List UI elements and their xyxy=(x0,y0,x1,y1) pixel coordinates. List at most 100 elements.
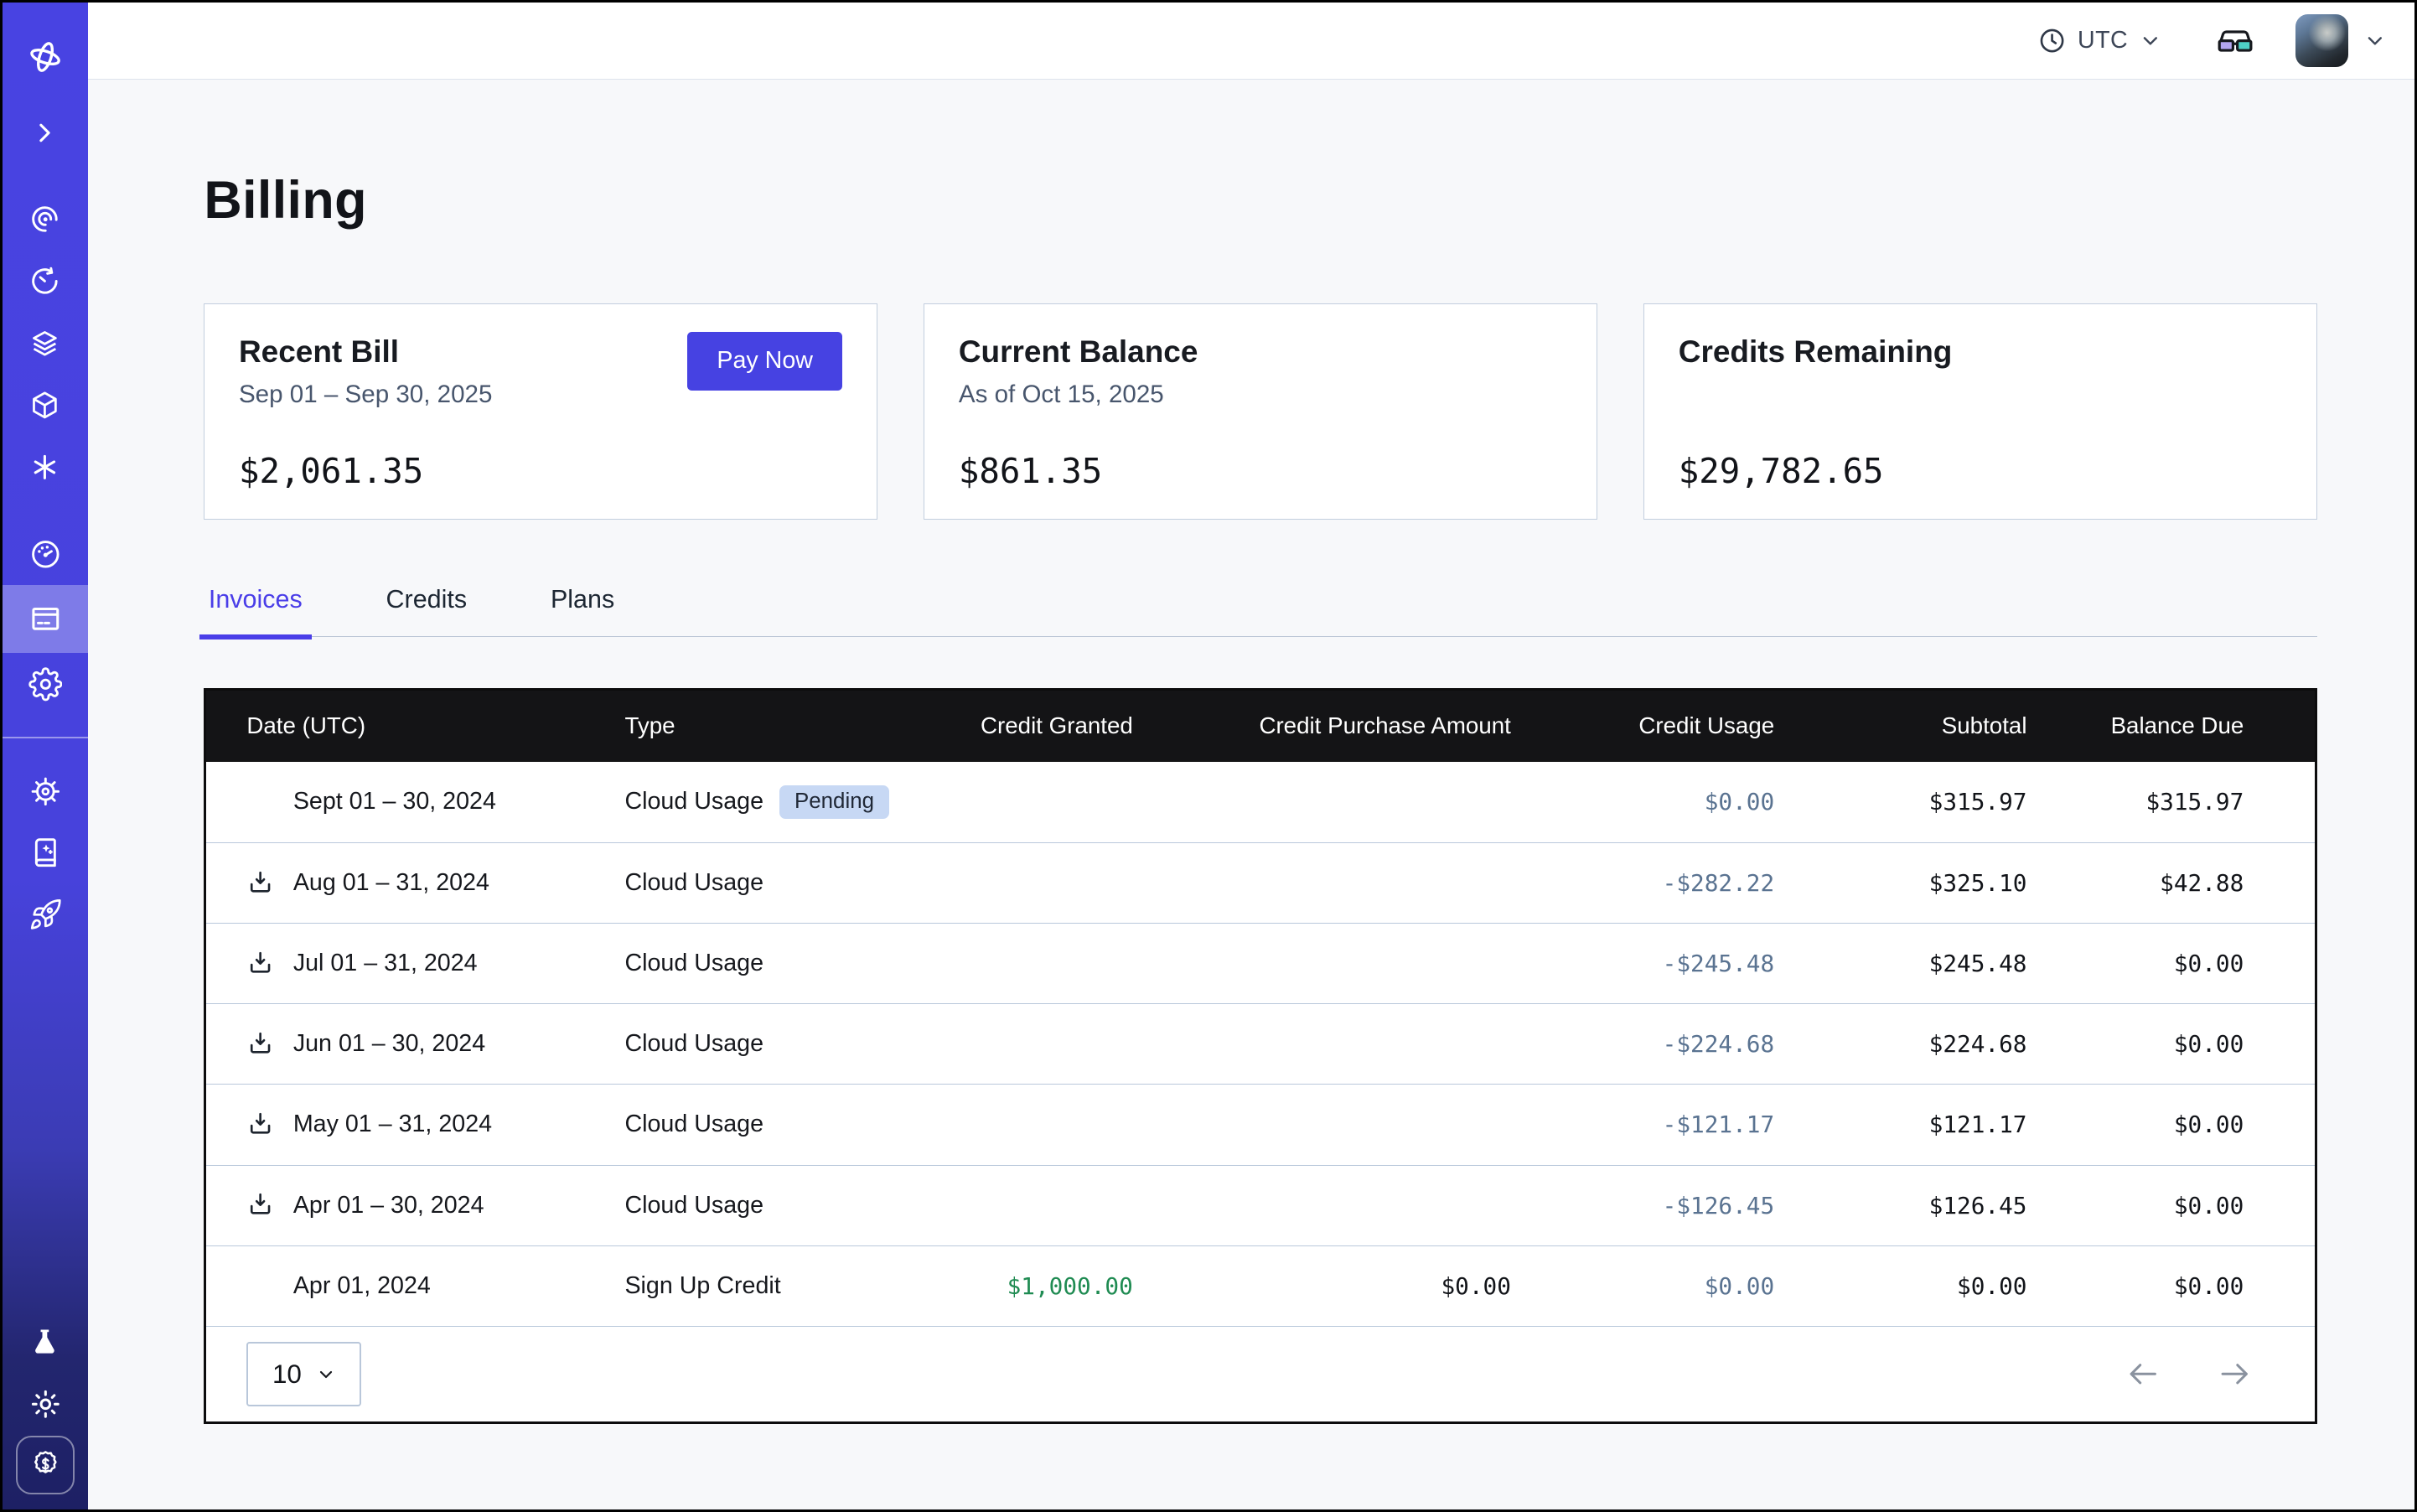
billing-tabs: Invoices Credits Plans xyxy=(204,585,2316,637)
invoice-date: Apr 01, 2024 xyxy=(293,1272,431,1300)
sidebar-item-schedules[interactable] xyxy=(3,251,88,313)
sidebar xyxy=(3,3,88,1509)
invoice-row: Aug 01 – 31, 2024 Cloud Usage -$282.22 $… xyxy=(206,842,2314,923)
download-icon xyxy=(246,869,274,897)
chevron-down-icon xyxy=(2139,29,2162,53)
invoice-date: Aug 01 – 31, 2024 xyxy=(293,869,489,897)
subtotal-value: $126.45 xyxy=(1774,1192,2026,1219)
recent-bill-card: Recent Bill Sep 01 – Sep 30, 2025 Pay No… xyxy=(204,303,877,520)
credits-remaining-amount: $29,782.65 xyxy=(1679,451,2282,491)
recent-bill-period: Sep 01 – Sep 30, 2025 xyxy=(239,381,492,409)
current-balance-asof: As of Oct 15, 2025 xyxy=(959,381,1198,409)
credits-remaining-card: Credits Remaining $29,782.65 xyxy=(1643,303,2316,520)
sidebar-item-deployments[interactable] xyxy=(3,375,88,437)
previous-page-button[interactable] xyxy=(2125,1356,2161,1392)
download-icon xyxy=(246,1191,274,1219)
sidebar-expand-button[interactable] xyxy=(3,101,88,163)
table-pagination: 10 xyxy=(206,1326,2314,1422)
sidebar-item-support[interactable] xyxy=(3,760,88,822)
invoice-row: Sept 01 – 30, 2024 Cloud Usage Pending $… xyxy=(206,762,2314,842)
tab-credits[interactable]: Credits xyxy=(381,585,472,636)
main-content: Billing Recent Bill Sep 01 – Sep 30, 202… xyxy=(88,80,2414,1509)
balance-due-value: $0.00 xyxy=(2026,950,2244,977)
sidebar-item-usage[interactable] xyxy=(3,523,88,585)
invoice-row: Jun 01 – 30, 2024 Cloud Usage -$224.68 $… xyxy=(206,1003,2314,1084)
download-invoice-button[interactable] xyxy=(246,1191,274,1219)
top-header: UTC xyxy=(88,3,2414,80)
pay-now-button[interactable]: Pay Now xyxy=(687,332,842,391)
temporal-logo-icon[interactable] xyxy=(3,12,88,101)
theme-sun-icon xyxy=(28,1387,63,1421)
invoices-table: Date (UTC) Type Credit Granted Credit Pu… xyxy=(204,688,2316,1425)
sidebar-item-getting-started[interactable] xyxy=(3,884,88,946)
col-credit-usage: Credit Usage xyxy=(1511,712,1774,739)
status-badge: Pending xyxy=(779,785,890,820)
invoice-row: May 01 – 31, 2024 Cloud Usage -$121.17 $… xyxy=(206,1084,2314,1164)
invoice-date: May 01 – 31, 2024 xyxy=(293,1111,492,1138)
credit-usage-value: $0.00 xyxy=(1511,1272,1774,1300)
docs-book-icon xyxy=(28,836,63,870)
tab-plans[interactable]: Plans xyxy=(546,585,618,636)
current-balance-card: Current Balance As of Oct 15, 2025 $861.… xyxy=(924,303,1597,520)
download-invoice-button[interactable] xyxy=(246,1111,274,1138)
usage-gauge-icon xyxy=(28,537,63,572)
chevron-down-icon xyxy=(316,1364,336,1385)
col-type: Type xyxy=(624,712,950,739)
subtotal-value: $0.00 xyxy=(1774,1272,2026,1300)
sidebar-item-settings[interactable] xyxy=(3,653,88,715)
sidebar-item-theme[interactable] xyxy=(3,1374,88,1436)
col-credit-purchase-amount: Credit Purchase Amount xyxy=(1133,712,1511,739)
credits-remaining-title: Credits Remaining xyxy=(1679,334,1953,370)
invoice-date: Sept 01 – 30, 2024 xyxy=(293,788,496,816)
account-menu-button[interactable] xyxy=(2363,29,2387,53)
namespaces-layers-icon xyxy=(28,327,61,360)
sidebar-item-billing[interactable] xyxy=(3,585,88,653)
download-invoice-button[interactable] xyxy=(246,950,274,977)
invoice-table-body: Sept 01 – 30, 2024 Cloud Usage Pending $… xyxy=(206,762,2314,1326)
page-size-select[interactable]: 10 xyxy=(246,1342,361,1407)
page-title: Billing xyxy=(204,170,2316,230)
subtotal-value: $121.17 xyxy=(1774,1111,2026,1138)
col-subtotal: Subtotal xyxy=(1774,712,2026,739)
view-mode-button[interactable] xyxy=(2215,21,2255,61)
sidebar-item-credits[interactable] xyxy=(16,1436,75,1494)
tab-invoices[interactable]: Invoices xyxy=(204,585,307,636)
credit-granted-value: $1,000.00 xyxy=(950,1272,1133,1300)
invoice-date: Apr 01 – 30, 2024 xyxy=(293,1192,484,1219)
timezone-picker[interactable]: UTC xyxy=(2037,26,2162,55)
next-page-button[interactable] xyxy=(2217,1356,2253,1392)
balance-due-value: $0.00 xyxy=(2026,1111,2244,1138)
recent-bill-amount: $2,061.35 xyxy=(239,451,842,491)
sidebar-item-workflows[interactable] xyxy=(3,189,88,251)
credit-usage-value: -$126.45 xyxy=(1511,1192,1774,1219)
chevron-right-icon xyxy=(29,117,60,148)
app-window: UTC Billing Recent Bill Sep 01 – Se xyxy=(0,0,2417,1512)
sidebar-item-docs[interactable] xyxy=(3,822,88,884)
rocket-icon xyxy=(28,898,63,932)
sidebar-item-nexus[interactable] xyxy=(3,437,88,499)
sidebar-item-labs[interactable] xyxy=(3,1312,88,1374)
clock-icon xyxy=(2037,26,2067,55)
invoice-type: Cloud Usage xyxy=(624,1192,763,1219)
download-icon xyxy=(246,950,274,977)
invoice-type: Cloud Usage xyxy=(624,788,763,816)
recent-bill-title: Recent Bill xyxy=(239,334,492,370)
workflows-spiral-icon xyxy=(28,203,61,236)
subtotal-value: $224.68 xyxy=(1774,1030,2026,1058)
chevron-down-icon xyxy=(2363,29,2387,53)
col-credit-granted: Credit Granted xyxy=(950,712,1133,739)
download-invoice-button[interactable] xyxy=(246,1030,274,1058)
balance-due-value: $315.97 xyxy=(2026,788,2244,816)
deployments-cube-icon xyxy=(28,389,61,422)
invoice-row: Apr 01 – 30, 2024 Cloud Usage -$126.45 $… xyxy=(206,1165,2314,1245)
current-balance-title: Current Balance xyxy=(959,334,1198,370)
col-date: Date (UTC) xyxy=(206,712,624,739)
col-balance-due: Balance Due xyxy=(2026,712,2244,739)
balance-due-value: $0.00 xyxy=(2026,1192,2244,1219)
sidebar-item-namespaces[interactable] xyxy=(3,313,88,375)
download-invoice-button[interactable] xyxy=(246,869,274,897)
balance-due-value: $0.00 xyxy=(2026,1030,2244,1058)
invoice-row: Apr 01, 2024 Sign Up Credit $1,000.00 $0… xyxy=(206,1245,2314,1326)
support-helm-icon xyxy=(28,774,63,809)
user-avatar[interactable] xyxy=(2295,14,2348,67)
